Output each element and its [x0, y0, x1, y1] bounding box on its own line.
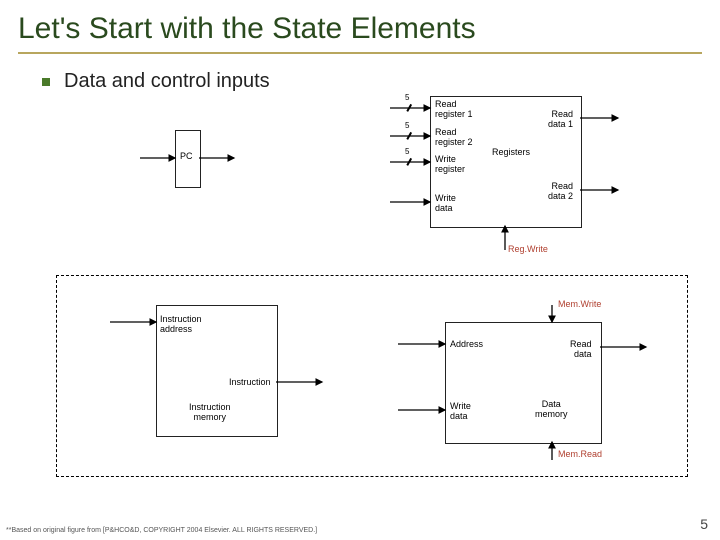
bullet-icon	[42, 78, 50, 86]
title-underline	[18, 52, 702, 54]
slide-title: Let's Start with the State Elements	[0, 0, 720, 52]
page-number: 5	[700, 516, 708, 532]
dmem-wires	[0, 90, 720, 510]
footnote: **Based on original figure from [P&HCO&D…	[6, 527, 317, 534]
diagram-area: PC Read register 1 Read register 2 Write…	[0, 90, 720, 510]
